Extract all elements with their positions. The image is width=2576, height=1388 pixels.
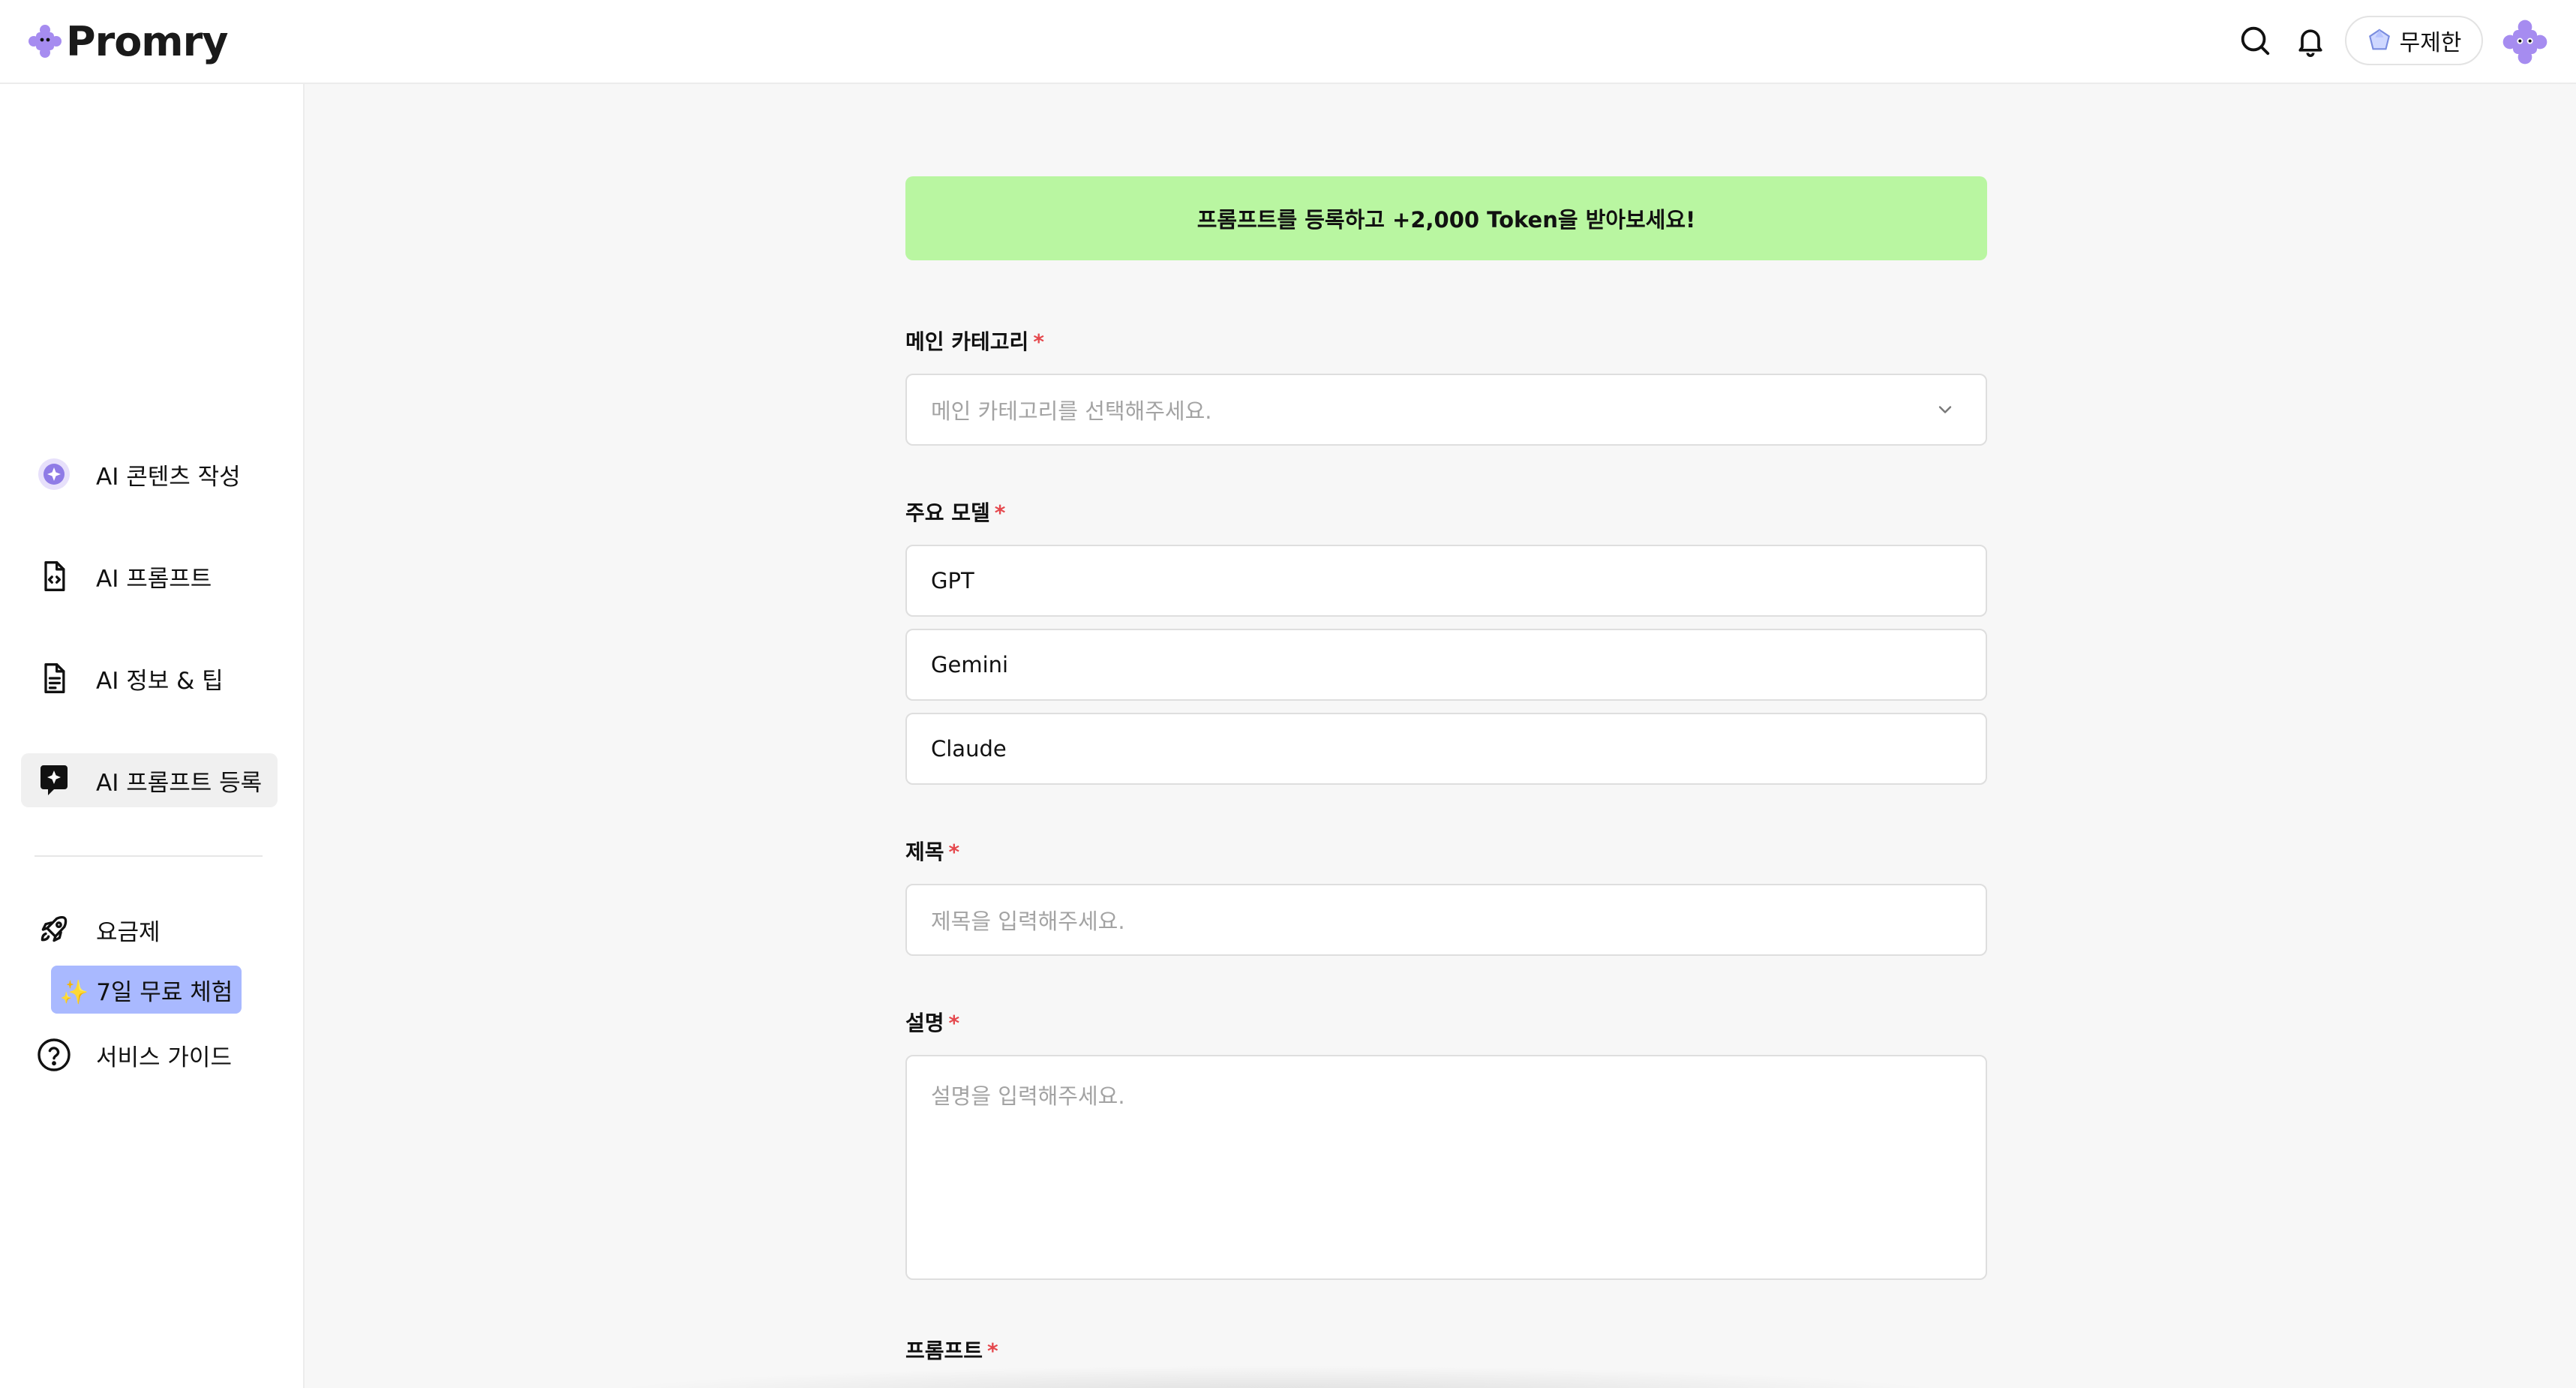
diamond-icon (2368, 29, 2390, 50)
sidebar-item-prompts[interactable]: AI 프롬프트 (21, 549, 278, 603)
avatar[interactable] (2501, 18, 2549, 66)
main-category-select[interactable]: 메인 카테고리를 선택해주세요. (905, 374, 1987, 446)
category-placeholder: 메인 카테고리를 선택해주세요. (931, 398, 1212, 424)
model-option-claude[interactable]: Claude (905, 713, 1987, 785)
sidebar-item-label: 요금제 (96, 918, 161, 946)
description-textarea[interactable]: 설명을 입력해주세요. (905, 1055, 1987, 1280)
sidebar-item-info-tips[interactable]: AI 정보 & 팁 (21, 651, 278, 705)
sidebar-item-label: AI 정보 & 팁 (96, 667, 224, 695)
sidebar: AI 콘텐츠 작성 AI 프롬프트 AI 정보 & 팁 AI 프롬프트 등록 요… (0, 84, 305, 1388)
document-icon (35, 659, 74, 698)
app-name: Promry (66, 17, 228, 65)
code-file-icon (35, 557, 74, 596)
sidebar-item-prompt-register[interactable]: AI 프롬프트 등록 (21, 753, 278, 807)
sidebar-item-service-guide[interactable]: 서비스 가이드 (21, 1028, 278, 1082)
required-mark: * (994, 500, 1006, 525)
category-label: 메인 카테고리 * (905, 329, 1044, 354)
title-label: 제목 * (905, 840, 960, 864)
content-write-icon (35, 455, 74, 494)
sidebar-item-pricing[interactable]: 요금제 (21, 903, 278, 957)
plan-label: 무제한 (2399, 30, 2462, 56)
search-icon[interactable] (2235, 21, 2274, 60)
help-circle-icon (35, 1035, 74, 1074)
sidebar-item-label: AI 프롬프트 등록 (96, 769, 263, 797)
bell-icon[interactable] (2291, 21, 2330, 60)
required-mark: * (948, 1011, 960, 1035)
trial-badge-label: ✨ 7일 무료 체험 (59, 978, 233, 1006)
rocket-icon (35, 910, 74, 949)
sidebar-item-content-write[interactable]: AI 콘텐츠 작성 (21, 447, 278, 501)
sidebar-item-label: AI 콘텐츠 작성 (96, 463, 241, 491)
required-mark: * (1033, 329, 1044, 354)
sidebar-item-label: 서비스 가이드 (96, 1044, 232, 1071)
free-trial-badge[interactable]: ✨ 7일 무료 체험 (51, 966, 242, 1014)
model-option-gpt[interactable]: GPT (905, 545, 1987, 617)
model-option-gemini[interactable]: Gemini (905, 629, 1987, 701)
chevron-down-icon (1938, 406, 1952, 413)
models-label: 주요 모델 * (905, 500, 1006, 525)
title-input[interactable]: 제목을 입력해주세요. (905, 884, 1987, 956)
scroll-shadow (585, 1365, 1965, 1388)
sparkle-chat-icon (35, 761, 74, 800)
puzzle-logo-icon (29, 25, 62, 58)
required-mark: * (948, 840, 960, 864)
logo[interactable]: Promry (27, 17, 228, 66)
title-placeholder: 제목을 입력해주세요. (931, 909, 1125, 934)
top-header: Promry 무제한 (0, 0, 2576, 84)
token-reward-banner: 프롬프트를 등록하고 +2,000 Token을 받아보세요! (905, 176, 1987, 260)
sidebar-divider (35, 855, 263, 857)
sidebar-item-label: AI 프롬프트 (96, 565, 212, 593)
required-mark: * (987, 1338, 998, 1363)
prompt-label: 프롬프트 * (905, 1338, 998, 1363)
description-placeholder: 설명을 입력해주세요. (931, 1083, 1125, 1109)
plan-badge[interactable]: 무제한 (2345, 16, 2483, 65)
description-label: 설명 * (905, 1011, 960, 1035)
